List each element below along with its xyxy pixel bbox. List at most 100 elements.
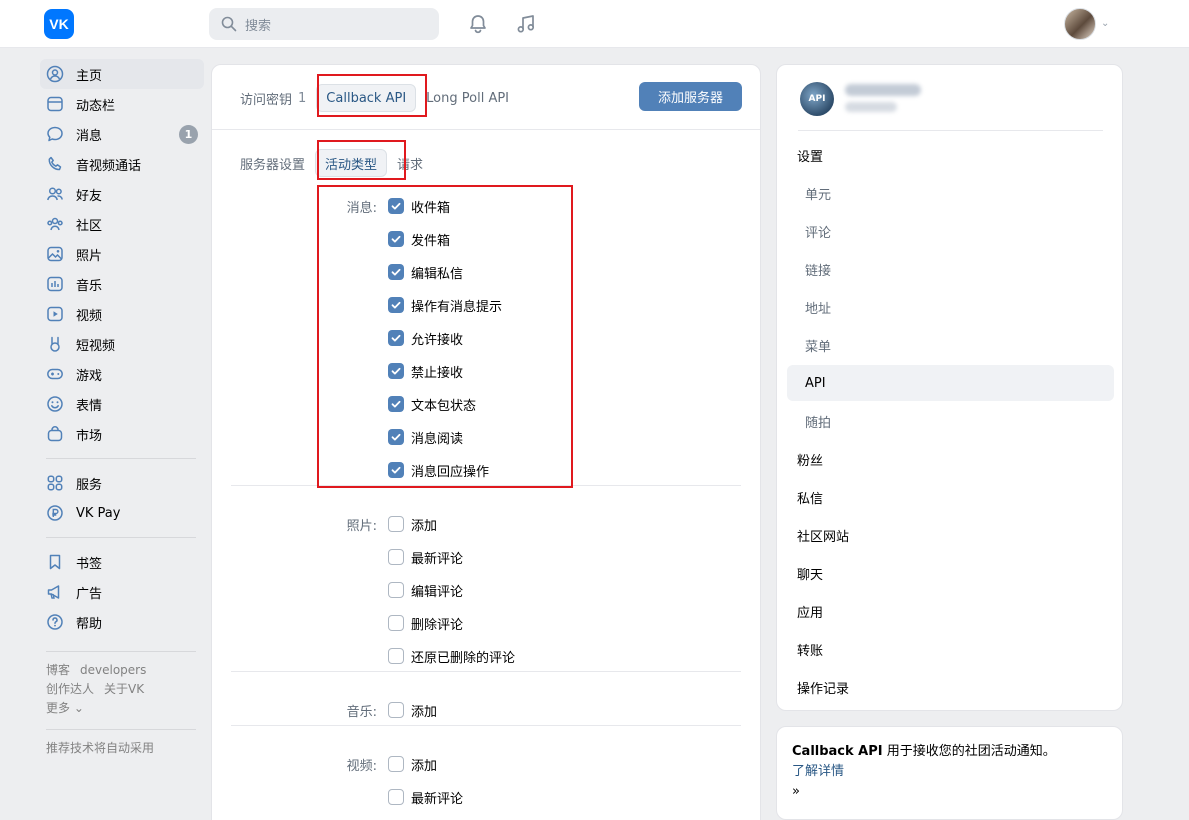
event-checkbox-row[interactable]: 禁止接收 <box>388 361 463 381</box>
nav-item-photo[interactable]: 照片 <box>40 239 204 269</box>
vk-logo[interactable]: VK <box>44 9 74 39</box>
nav-item-music[interactable]: 音乐 <box>40 269 204 299</box>
checkbox-unchecked[interactable] <box>388 582 404 598</box>
nav-item-community[interactable]: 社区 <box>40 209 204 239</box>
nav-item-market[interactable]: 市场 <box>40 419 204 449</box>
checkbox-unchecked[interactable] <box>388 789 404 805</box>
checkbox-unchecked[interactable] <box>388 756 404 772</box>
subtab-server-settings[interactable]: 服务器设置 <box>240 149 305 177</box>
subtab-event-types[interactable]: 活动类型 <box>315 149 388 177</box>
footer-links: 博客 developers 创作达人 关于VK 更多 ⌄ 推荐技术将自动采用 <box>40 661 204 758</box>
settings-menu-item[interactable]: 评论 <box>787 213 1114 249</box>
tab-long-poll-api[interactable]: Long Poll API <box>426 84 509 112</box>
checkbox-checked[interactable] <box>388 231 404 247</box>
checkbox-checked[interactable] <box>388 198 404 214</box>
community-avatar[interactable]: API <box>800 82 834 116</box>
subtab-requests[interactable]: 请求 <box>397 149 423 177</box>
event-checkbox-row[interactable]: 消息回应操作 <box>388 460 489 480</box>
recommend-tech-link[interactable]: 推荐技术将自动采用 <box>46 739 204 758</box>
nav-item-phone[interactable]: 音视频通话 <box>40 149 204 179</box>
more-arrow[interactable]: » <box>792 782 1107 802</box>
nav-item-clips[interactable]: 短视频 <box>40 329 204 359</box>
checkbox-checked[interactable] <box>388 396 404 412</box>
learn-more-link[interactable]: 了解详情 <box>792 762 1107 782</box>
event-checkbox-row[interactable]: 编辑评论 <box>388 580 463 600</box>
event-checkbox-row[interactable]: 操作有消息提示 <box>388 295 502 315</box>
nav-item-friends[interactable]: 好友 <box>40 179 204 209</box>
event-checkbox-row[interactable]: 添加 <box>388 514 437 534</box>
settings-menu-item[interactable]: 应用 <box>787 593 1114 629</box>
checkbox-checked[interactable] <box>388 330 404 346</box>
nav-item-help[interactable]: 帮助 <box>40 607 204 637</box>
settings-menu-item[interactable]: 设置 <box>787 137 1114 173</box>
event-checkbox-row[interactable]: 消息阅读 <box>388 427 463 447</box>
tab-callback-api[interactable]: Callback API <box>316 84 417 112</box>
checkbox-checked[interactable] <box>388 363 404 379</box>
event-checkbox-row[interactable]: 最新评论 <box>388 547 463 567</box>
search-placeholder: 搜索 <box>245 18 272 34</box>
settings-menu-item[interactable]: 菜单 <box>787 327 1114 363</box>
add-server-button[interactable]: 添加服务器 <box>639 82 742 111</box>
footer-row: 创作达人 关于VK <box>46 680 204 699</box>
nav-item-megaphone[interactable]: 广告 <box>40 577 204 607</box>
event-checkbox-row[interactable]: 删除评论 <box>388 613 463 633</box>
checkbox-unchecked[interactable] <box>388 702 404 718</box>
nav-item-bookmark[interactable]: 书签 <box>40 547 204 577</box>
settings-menu-item[interactable]: 地址 <box>787 289 1114 325</box>
event-label: 删除评论 <box>411 617 464 633</box>
subtabs: 服务器设置 活动类型 请求 <box>240 149 433 177</box>
checkbox-checked[interactable] <box>388 462 404 478</box>
event-checkbox-row[interactable]: 添加 <box>388 754 437 774</box>
settings-menu-item[interactable]: 随拍 <box>787 403 1114 439</box>
checkbox-checked[interactable] <box>388 297 404 313</box>
nav-item-vkpay[interactable]: VK Pay <box>40 498 204 528</box>
community-settings-menu: API 设置 单元 评论 链接 地址 菜单 API 随拍 粉丝 私信 社区网站 聊天 应用 转账 操作记录 <box>776 64 1123 711</box>
checkbox-checked[interactable] <box>388 264 404 280</box>
about-link[interactable]: 关于VK <box>104 682 144 696</box>
settings-menu-item[interactable]: 粉丝 <box>787 441 1114 477</box>
settings-menu-item[interactable]: 链接 <box>787 251 1114 287</box>
nav-item-services[interactable]: 服务 <box>40 468 204 498</box>
chevron-down-icon[interactable]: ⌄ <box>1101 18 1109 29</box>
event-checkbox-row[interactable]: 添加 <box>388 700 437 720</box>
checkbox-unchecked[interactable] <box>388 648 404 664</box>
event-checkbox-row[interactable]: 发件箱 <box>388 229 450 249</box>
event-label: 禁止接收 <box>411 365 464 381</box>
nav-item-label: 照片 <box>76 248 103 264</box>
nav-item-message[interactable]: 消息 1 <box>40 119 204 149</box>
nav-item-user-circle[interactable]: 主页 <box>40 59 204 89</box>
more-link[interactable]: 更多 ⌄ <box>46 701 84 715</box>
bell-icon[interactable] <box>467 13 489 35</box>
checkbox-unchecked[interactable] <box>388 516 404 532</box>
creators-link[interactable]: 创作达人 <box>46 682 94 696</box>
event-checkbox-row[interactable]: 收件箱 <box>388 196 450 216</box>
nav-item-smile[interactable]: 表情 <box>40 389 204 419</box>
settings-menu-item[interactable]: 操作记录 <box>787 669 1114 705</box>
nav-item-newsfeed[interactable]: 动态栏 <box>40 89 204 119</box>
user-avatar[interactable] <box>1064 8 1096 40</box>
settings-menu-item[interactable]: 转账 <box>787 631 1114 667</box>
music-note-icon[interactable] <box>515 13 537 35</box>
event-checkbox-row[interactable]: 编辑私信 <box>388 262 463 282</box>
check-icon <box>391 202 401 210</box>
blog-link[interactable]: 博客 <box>46 663 70 677</box>
search-input[interactable]: 搜索 <box>209 8 439 40</box>
check-icon <box>391 301 401 309</box>
developers-link[interactable]: developers <box>80 663 146 677</box>
checkbox-unchecked[interactable] <box>388 615 404 631</box>
settings-menu-item[interactable]: 社区网站 <box>787 517 1114 553</box>
settings-menu-item[interactable]: API <box>787 365 1114 401</box>
checkbox-unchecked[interactable] <box>388 549 404 565</box>
nav-item-video[interactable]: 视频 <box>40 299 204 329</box>
nav-item-gamepad[interactable]: 游戏 <box>40 359 204 389</box>
checkbox-checked[interactable] <box>388 429 404 445</box>
megaphone-icon <box>47 585 60 599</box>
event-checkbox-row[interactable]: 最新评论 <box>388 787 463 807</box>
event-checkbox-row[interactable]: 允许接收 <box>388 328 463 348</box>
tab-access-keys[interactable]: 访问密钥 1 <box>240 84 306 112</box>
settings-menu-item[interactable]: 私信 <box>787 479 1114 515</box>
event-checkbox-row[interactable]: 文本包状态 <box>388 394 476 414</box>
settings-menu-item[interactable]: 聊天 <box>787 555 1114 591</box>
event-checkbox-row[interactable]: 还原已删除的评论 <box>388 646 515 666</box>
settings-menu-item[interactable]: 单元 <box>787 175 1114 211</box>
